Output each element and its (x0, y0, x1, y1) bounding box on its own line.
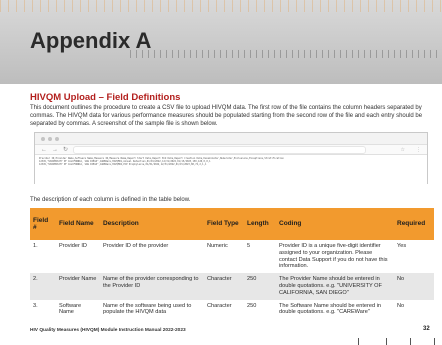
sample-file-screenshot: ← → ↻ ☆ ⋮ Provider ID,Provider Name,Soft… (34, 132, 428, 185)
cell-field-type: Character (204, 273, 244, 300)
browser-address-bar: ← → ↻ ☆ ⋮ (35, 144, 427, 155)
column-header: Coding (276, 208, 394, 240)
column-header: Description (100, 208, 204, 240)
mid-ruler-decoration (130, 50, 442, 58)
cell-required: No (394, 273, 434, 300)
footer-text: HIV Quality Measures (HIVQM) Module Inst… (30, 328, 186, 333)
menu-icon: ⋮ (416, 146, 421, 153)
cell-length: 5 (244, 240, 276, 274)
column-header: Length (244, 208, 276, 240)
cell-field-type: Numeric (204, 240, 244, 274)
cell-length: 250 (244, 273, 276, 300)
tick-mark (434, 338, 435, 345)
cell-field-name: Software Name (56, 299, 100, 320)
column-header: Field Type (204, 208, 244, 240)
cell-coding: Provider ID is a unique five-digit ident… (276, 240, 394, 274)
cell-description: Provider ID of the provider (100, 240, 204, 274)
cell-description: Name of the provider corresponding to th… (100, 273, 204, 300)
cell-field-name: Provider Name (56, 273, 100, 300)
reload-icon: ↻ (63, 147, 69, 153)
table-row: 1. Provider ID Provider ID of the provid… (30, 240, 434, 274)
field-definitions-table: Field # Field Name Description Field Typ… (30, 208, 434, 320)
cell-required: No (394, 299, 434, 320)
star-icon: ☆ (400, 146, 405, 153)
intro-paragraph: This document outlines the procedure to … (30, 105, 423, 127)
table-header-row: Field # Field Name Description Field Typ… (30, 208, 434, 240)
browser-tab-bar (35, 133, 427, 144)
cell-coding: The Provider Name should be entered in d… (276, 273, 394, 300)
window-dot-icon (48, 136, 52, 141)
table-row: 2. Provider Name Name of the provider co… (30, 273, 434, 300)
column-header: Field # (30, 208, 56, 240)
page-title: Appendix A (30, 28, 152, 53)
cell-field-number: 3. (30, 299, 56, 320)
tick-mark (358, 338, 359, 345)
window-dot-icon (41, 136, 45, 141)
table-row: 3. Software Name Name of the software be… (30, 299, 434, 320)
cell-field-number: 2. (30, 273, 56, 300)
column-header: Required (394, 208, 434, 240)
csv-line: 12345,"UNIVERSITY OF CALIFORNIA, SAN DIE… (39, 163, 207, 167)
cell-field-type: Character (204, 299, 244, 320)
cell-field-number: 1. (30, 240, 56, 274)
section-title: HIVQM Upload – Field Definitions (30, 92, 181, 103)
table-intro: The description of each column is define… (30, 197, 191, 203)
cell-coding: The Software Name should be entered in d… (276, 299, 394, 320)
csv-content: Provider ID,Provider Name,Software Name,… (35, 155, 427, 185)
page-number: 32 (423, 326, 430, 332)
cell-description: Name of the software being used to popul… (100, 299, 204, 320)
top-ruler-decoration (0, 0, 442, 12)
tick-mark (386, 338, 387, 345)
column-header: Field Name (56, 208, 100, 240)
back-arrow-icon: ← (41, 146, 47, 153)
cell-required: Yes (394, 240, 434, 274)
forward-arrow-icon: → (52, 146, 58, 153)
url-field (73, 145, 366, 154)
cell-field-name: Provider ID (56, 240, 100, 274)
window-dot-icon (55, 136, 59, 141)
cell-length: 250 (244, 299, 276, 320)
bottom-ruler-decoration (340, 338, 440, 345)
tick-mark (410, 338, 411, 345)
